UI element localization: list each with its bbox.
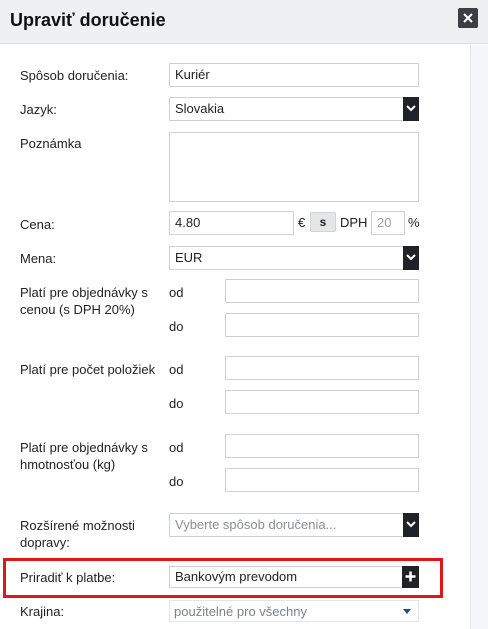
pocet-do-label: do (169, 396, 184, 411)
caret-down-icon (403, 609, 411, 614)
mena-value: EUR (175, 250, 203, 265)
priradit-label: Priradiť k platbe: (20, 570, 116, 585)
dialog-body: Spôsob doručenia: Kuriér Jazyk: Slovakia… (0, 45, 470, 629)
krajina-select[interactable]: použitelné pro všechny (169, 600, 419, 622)
cena-input[interactable]: 4.80 (169, 211, 294, 235)
hmotnost-od-input[interactable] (225, 434, 419, 458)
poznamka-label: Poznámka (20, 136, 82, 151)
rozsirene-select[interactable]: Vyberte spôsob doručenia... (169, 513, 419, 537)
mena-label: Mena: (20, 251, 57, 266)
cenou-od-input[interactable] (225, 279, 419, 303)
krajina-label: Krajina: (20, 604, 65, 619)
pocet-label: Platí pre počet položiek (20, 362, 156, 377)
jazyk-dropdown-button[interactable] (403, 97, 419, 121)
cena-value: 4.80 (175, 215, 201, 230)
sposob-value: Kuriér (175, 67, 210, 82)
mena-dropdown-button[interactable] (403, 246, 419, 270)
cenou-label-line1: Platí pre objednávky s (20, 285, 148, 300)
scrollbar[interactable] (470, 45, 488, 629)
dialog-title: Upraviť doručenie (10, 10, 166, 30)
rozsirene-dropdown-button[interactable] (403, 513, 419, 537)
chevron-down-icon (406, 521, 416, 528)
pocet-od-input[interactable] (225, 356, 419, 380)
percent-sign: % (408, 215, 420, 230)
cenou-label-line2: cenou (s DPH 20%) (20, 302, 135, 317)
hmotnost-od-label: od (169, 440, 184, 455)
hmotnost-do-label: do (169, 474, 184, 489)
close-icon (463, 13, 473, 23)
s-button[interactable]: s (310, 212, 336, 232)
jazyk-select[interactable]: Slovakia (169, 97, 419, 121)
dph-input[interactable]: 20 (371, 211, 405, 235)
dph-label: DPH (340, 215, 368, 230)
sposob-label: Spôsob doručenia: (20, 68, 129, 83)
plus-icon (405, 571, 416, 582)
priradit-value: Bankovým prevodom (175, 569, 298, 584)
pocet-od-label: od (169, 362, 184, 377)
hmotnost-label-line2: hmotnosťou (kg) (20, 457, 116, 472)
cenou-do-label: do (169, 319, 184, 334)
krajina-value: použitelné pro všechny (174, 604, 307, 619)
chevron-down-icon (406, 105, 416, 112)
poznamka-textarea[interactable] (169, 132, 419, 202)
currency-symbol: € (298, 215, 306, 230)
rozsirene-label-line1: Rozšírené možnosti (20, 518, 135, 533)
cenou-do-input[interactable] (225, 313, 419, 337)
rozsirene-label-line2: dopravy: (20, 535, 70, 550)
cenou-od-label: od (169, 285, 184, 300)
hmotnost-do-input[interactable] (225, 468, 419, 492)
pocet-do-input[interactable] (225, 390, 419, 414)
hmotnost-label-line1: Platí pre objednávky s (20, 440, 148, 455)
rozsirene-placeholder: Vyberte spôsob doručenia... (175, 517, 337, 532)
dialog-header: Upraviť doručenie (0, 0, 488, 44)
sposob-input[interactable]: Kuriér (169, 63, 419, 87)
priradit-select[interactable]: Bankovým prevodom (169, 566, 403, 588)
chevron-down-icon (406, 254, 416, 261)
close-button[interactable] (458, 8, 478, 28)
jazyk-value: Slovakia (175, 101, 225, 116)
dph-value: 20 (377, 215, 392, 230)
mena-select[interactable]: EUR (169, 246, 419, 270)
add-payment-button[interactable] (402, 566, 419, 588)
jazyk-label: Jazyk: (20, 102, 57, 117)
cena-label: Cena: (20, 217, 55, 232)
